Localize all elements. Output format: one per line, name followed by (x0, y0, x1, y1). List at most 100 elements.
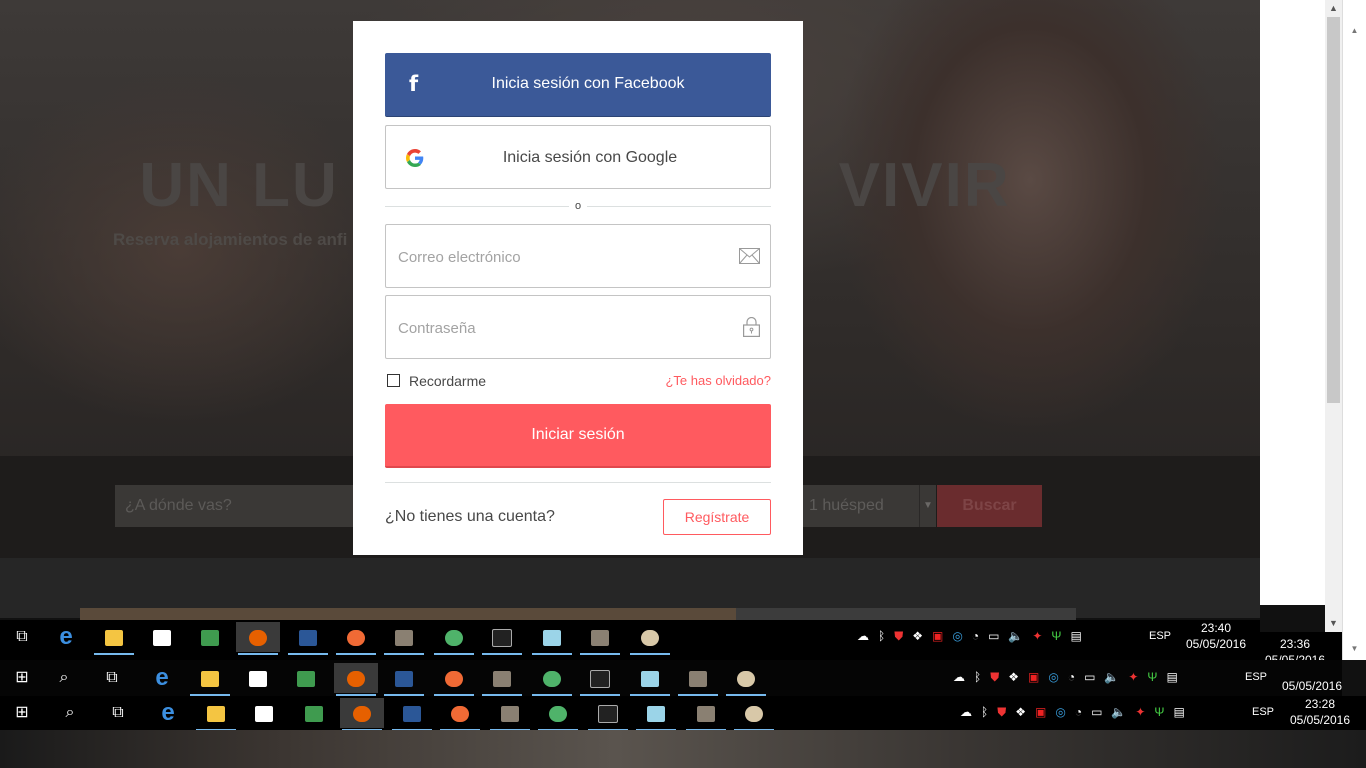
clock[interactable]: 23:40 05/05/2016 (1183, 620, 1249, 652)
file-explorer-icon[interactable] (188, 663, 232, 696)
edge-icon[interactable]: e (146, 698, 190, 728)
forgot-password-link[interactable]: ¿Te has olvidado? (665, 373, 771, 388)
scroll-down-icon[interactable]: ▼ (1348, 644, 1361, 653)
terminal-icon[interactable] (578, 663, 622, 696)
network-icon[interactable]: Ψ (1154, 705, 1164, 719)
sync-icon[interactable]: ◎ (1055, 705, 1065, 719)
start-icon[interactable]: ⊞ (0, 663, 44, 693)
checkbox[interactable] (387, 374, 400, 387)
cloud-icon[interactable]: ☁ (857, 629, 869, 643)
bluetooth-icon[interactable]: ᛒ (878, 629, 885, 643)
notepad-icon[interactable] (634, 698, 678, 731)
excel-icon[interactable] (284, 663, 328, 693)
scroll-up-icon[interactable]: ▲ (1325, 0, 1342, 17)
firefox-icon[interactable] (236, 622, 280, 655)
facebook-login-button[interactable]: f Inicia sesión con Facebook (385, 53, 771, 117)
email-field[interactable] (385, 224, 771, 289)
store-icon[interactable] (140, 622, 184, 652)
guests-select[interactable]: 1 huésped ▼ (800, 485, 936, 527)
terminal-icon[interactable] (480, 622, 524, 655)
excel-icon[interactable] (292, 698, 336, 728)
word-icon[interactable] (382, 663, 426, 696)
shield-icon[interactable]: ⛊ (990, 670, 999, 685)
atom-icon[interactable] (530, 663, 574, 696)
battery-icon[interactable]: ▭ (988, 629, 999, 643)
gadget-icon[interactable]: ✦ (1135, 705, 1145, 719)
battery-icon[interactable]: ▭ (1091, 705, 1102, 719)
notepad-icon[interactable] (530, 622, 574, 655)
email-input[interactable] (396, 225, 720, 289)
notifications-icon[interactable]: ▤ (1173, 705, 1184, 719)
search-icon[interactable]: ⌕ (48, 698, 92, 728)
remember-me-checkbox[interactable]: Recordarme (387, 373, 486, 389)
wifi-icon[interactable]: ◔ (972, 629, 979, 643)
volume-icon[interactable]: 🔈 (1104, 670, 1119, 684)
password-input[interactable] (396, 296, 720, 360)
dropbox-icon[interactable]: ❖ (912, 629, 923, 643)
postman-icon[interactable] (334, 622, 378, 655)
edge-icon[interactable]: e (44, 622, 88, 652)
bluetooth-icon[interactable]: ᛒ (981, 705, 988, 719)
cloud-icon[interactable]: ☁ (953, 670, 965, 684)
volume-icon[interactable]: 🔈 (1111, 705, 1126, 719)
sync-icon[interactable]: ◎ (952, 629, 962, 643)
firefox-icon[interactable] (334, 663, 378, 696)
scroll-down-icon[interactable]: ▼ (1325, 615, 1342, 632)
adobe-icon[interactable]: ▣ (1035, 705, 1046, 719)
bluetooth-icon[interactable]: ᛒ (974, 670, 981, 684)
gimp-icon[interactable] (578, 622, 622, 655)
cloud-icon[interactable]: ☁ (960, 705, 972, 719)
scrollbar-thumb[interactable] (1327, 17, 1340, 403)
network-icon[interactable]: Ψ (1051, 629, 1061, 643)
search-icon[interactable]: ⌕ (42, 663, 86, 693)
file-explorer-icon[interactable] (92, 622, 136, 655)
notifications-icon[interactable]: ▤ (1070, 629, 1081, 643)
word-icon[interactable] (390, 698, 434, 731)
system-tray[interactable]: ☁ ᛒ ⛊ ❖ ▣ ◎ ◔ ▭ 🔈 ✦ Ψ ▤ (857, 629, 1091, 659)
notepad-icon[interactable] (628, 663, 672, 696)
task-view-icon[interactable]: ⧉ (96, 698, 140, 728)
file-explorer-icon[interactable] (194, 698, 238, 731)
terminal-icon[interactable] (586, 698, 630, 731)
firefox-icon[interactable] (340, 698, 384, 731)
paint-icon[interactable] (628, 622, 672, 655)
gimp-icon[interactable] (684, 698, 728, 731)
paint-icon[interactable] (724, 663, 768, 696)
gadget-icon[interactable]: ✦ (1128, 670, 1138, 684)
gadget-icon[interactable]: ✦ (1032, 629, 1042, 643)
sync-icon[interactable]: ◎ (1048, 670, 1058, 684)
wifi-icon[interactable]: ◔ (1075, 705, 1082, 719)
postman-icon[interactable] (432, 663, 476, 696)
clock-date[interactable]: 05/05/2016 (1278, 678, 1346, 694)
notifications-icon[interactable]: ▤ (1166, 670, 1177, 684)
gimp-icon[interactable] (480, 663, 524, 696)
word-icon[interactable] (286, 622, 330, 655)
battery-icon[interactable]: ▭ (1084, 670, 1095, 684)
dropbox-icon[interactable]: ❖ (1008, 670, 1019, 684)
postman-icon[interactable] (438, 698, 482, 731)
edge-icon[interactable]: e (140, 663, 184, 693)
shield-icon[interactable]: ⛊ (894, 629, 903, 644)
task-view-icon[interactable]: ⧉ (0, 622, 44, 652)
gimp-icon[interactable] (488, 698, 532, 731)
scroll-up-icon[interactable]: ▲ (1348, 26, 1361, 35)
task-view-icon[interactable]: ⧉ (90, 663, 134, 693)
shield-icon[interactable]: ⛊ (997, 705, 1006, 720)
atom-icon[interactable] (432, 622, 476, 655)
language-indicator[interactable]: ESP (1245, 671, 1267, 683)
excel-icon[interactable] (188, 622, 232, 652)
paint-icon[interactable] (732, 698, 776, 731)
volume-icon[interactable]: 🔈 (1008, 629, 1023, 643)
destination-input[interactable]: ¿A dónde vas? (115, 485, 365, 527)
wifi-icon[interactable]: ◔ (1068, 670, 1075, 684)
register-button[interactable]: Regístrate (663, 499, 771, 535)
login-button[interactable]: Iniciar sesión (385, 404, 771, 468)
second-scrollbar[interactable]: ▲ ▼ (1342, 0, 1366, 660)
gimp-icon[interactable] (676, 663, 720, 696)
search-button[interactable]: Buscar (937, 485, 1042, 527)
google-login-button[interactable]: Inicia sesión con Google (385, 125, 771, 189)
clock[interactable]: 23:28 05/05/2016 (1286, 696, 1354, 728)
adobe-icon[interactable]: ▣ (932, 629, 943, 643)
store-icon[interactable] (242, 698, 286, 728)
language-indicator[interactable]: ESP (1149, 630, 1171, 642)
